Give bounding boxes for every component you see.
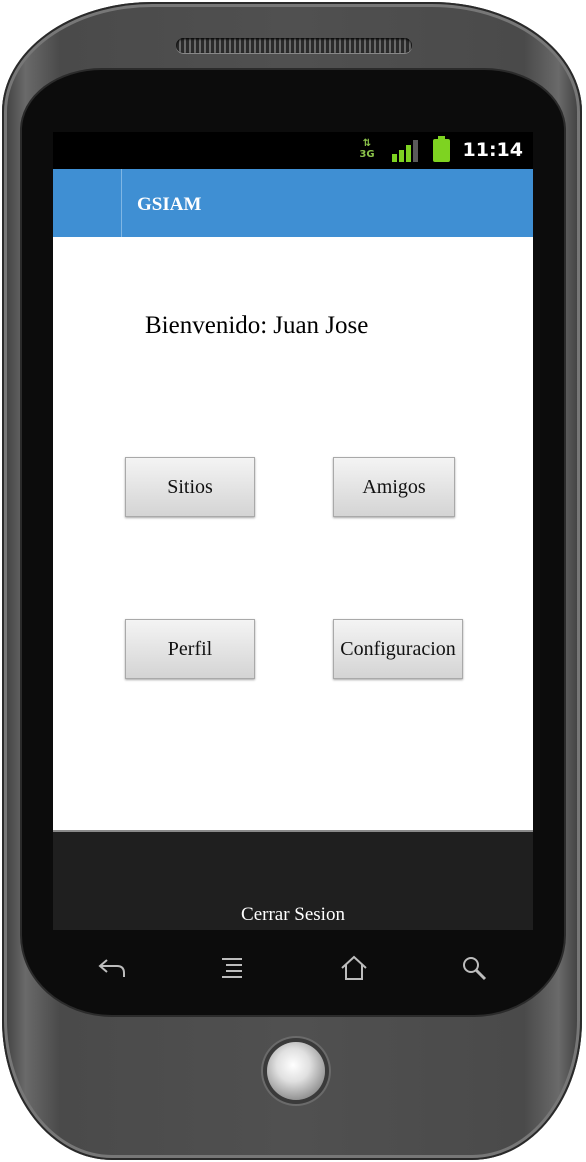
action-bar-divider xyxy=(121,169,122,237)
amigos-button[interactable]: Amigos xyxy=(333,457,455,517)
configuracion-button[interactable]: Configuracion xyxy=(333,619,463,679)
status-bar: ⇅ 3G 11:14 xyxy=(53,132,533,169)
status-time: 11:14 xyxy=(462,139,523,161)
search-icon[interactable] xyxy=(454,948,494,988)
device-screen: ⇅ 3G 11:14 GSIAM Bienvenido: Juan Jose Si… xyxy=(53,132,533,930)
speaker-grille xyxy=(176,38,412,53)
action-bar: GSIAM xyxy=(53,169,533,237)
data-3g-icon: ⇅ 3G xyxy=(359,138,375,160)
signal-icon xyxy=(392,140,418,162)
logout-button[interactable]: Cerrar Sesion xyxy=(53,904,533,926)
bottom-bar: Cerrar Sesion xyxy=(53,830,533,930)
battery-icon xyxy=(433,136,450,162)
menu-icon[interactable] xyxy=(214,948,254,988)
home-icon[interactable] xyxy=(334,948,374,988)
app-title: GSIAM xyxy=(137,194,202,215)
trackball[interactable] xyxy=(267,1042,325,1100)
perfil-button[interactable]: Perfil xyxy=(125,619,255,679)
sitios-button[interactable]: Sitios xyxy=(125,457,255,517)
welcome-message: Bienvenido: Juan Jose xyxy=(145,312,368,340)
welcome-label: Bienvenido: xyxy=(145,312,268,339)
back-icon[interactable] xyxy=(92,948,132,988)
user-name: Juan Jose xyxy=(273,312,369,339)
